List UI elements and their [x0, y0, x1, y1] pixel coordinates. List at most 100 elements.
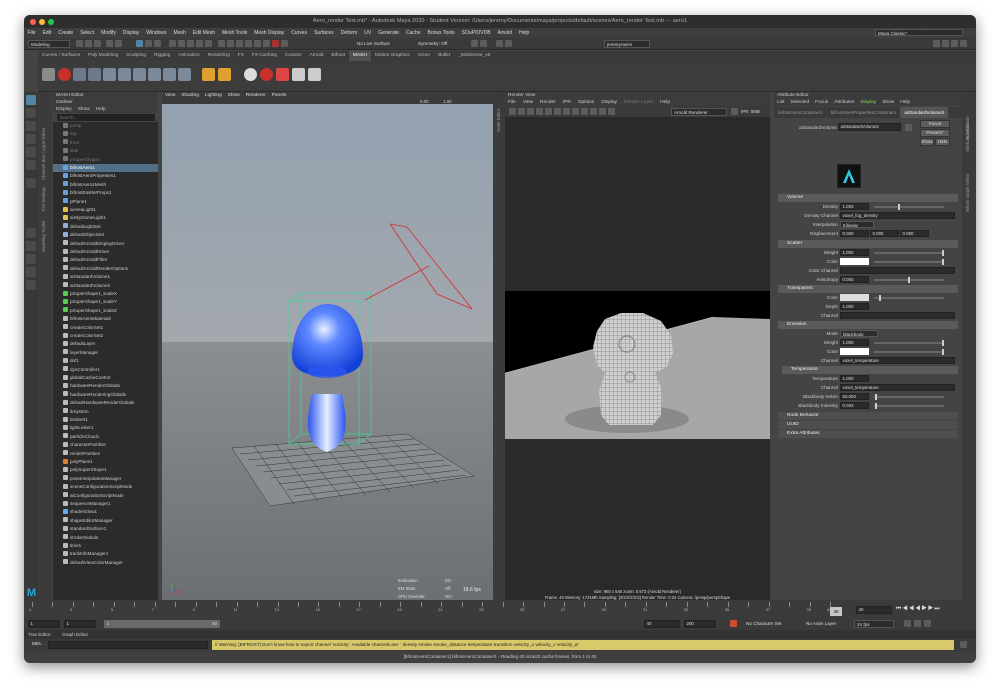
outliner-item-dof1[interactable]: dof1 [53, 357, 158, 365]
displacement-y-field[interactable]: 0.000 [870, 230, 899, 237]
menu-arnold[interactable]: Arnold [494, 28, 515, 38]
outliner-item-particlecloud1[interactable]: particleCloud1 [53, 433, 158, 441]
redo-icon[interactable] [115, 40, 122, 47]
mash-random-icon[interactable] [163, 68, 176, 81]
select-component-icon[interactable] [154, 40, 161, 47]
attribute-menu-focus[interactable]: Focus [815, 100, 828, 105]
mash-create-icon[interactable] [58, 68, 71, 81]
rgb-channel-icon[interactable] [581, 108, 588, 115]
viewport-menu-view[interactable]: View [162, 92, 178, 99]
outliner-item-time1[interactable]: time1 [53, 542, 158, 550]
density-field[interactable]: 1.053 [840, 203, 869, 210]
snap-surface-icon[interactable] [205, 40, 212, 47]
save-scene-icon[interactable] [94, 40, 101, 47]
temperature-channel-field[interactable]: voxel_temperature [840, 384, 955, 391]
anisotropy-knob[interactable] [908, 277, 910, 283]
current-frame-field[interactable]: 40 [856, 606, 892, 614]
outliner-item-aiarealight1[interactable]: aiAreaLight1 [53, 206, 158, 214]
scatter-weight-slider[interactable] [874, 250, 944, 256]
history-icon[interactable] [218, 40, 225, 47]
outliner-item-aistandardvolume1[interactable]: aiStandardVolume1 [53, 273, 158, 281]
outliner-item-defaultarnoldfilter[interactable]: defaultArnoldFilter [53, 256, 158, 264]
render-region-icon[interactable] [545, 108, 552, 115]
outliner-item-defaulthardwarerenderglobals[interactable]: defaultHardwareRenderGlobals [53, 399, 158, 407]
blackbody-intensity-field[interactable]: 0.003 [840, 402, 869, 409]
blackbody-intensity-slider[interactable] [874, 403, 944, 409]
arnold-ipr-icon[interactable] [281, 40, 288, 47]
scale-tool-icon[interactable] [26, 160, 36, 170]
presets-button[interactable]: Presets* [920, 129, 950, 137]
new-scene-icon[interactable] [76, 40, 83, 47]
persp-outliner-layout-icon[interactable] [26, 254, 36, 264]
outliner-item-persp[interactable]: persp [53, 122, 158, 130]
hypershade-tab[interactable]: Hypershade [965, 116, 970, 140]
mash-transform-icon[interactable] [133, 68, 146, 81]
graph-editor-tab[interactable]: Graph Editor [62, 630, 88, 639]
single-perspective-layout-icon[interactable] [26, 228, 36, 238]
outliner-item-strokeglobals[interactable]: strokeGlobals [53, 534, 158, 542]
panel-toggle-2-icon[interactable] [942, 40, 949, 47]
transparent-channel-field[interactable] [840, 312, 955, 319]
redo-render-icon[interactable] [518, 108, 525, 115]
hypershade-icon[interactable] [263, 40, 270, 47]
outliner-item-createcolorset2[interactable]: createColorSet2 [53, 332, 158, 340]
emission-mode-dropdown[interactable]: blackbody [840, 330, 878, 337]
mash-signal-icon[interactable] [103, 68, 116, 81]
render-frame-button-icon[interactable] [509, 108, 516, 115]
render-view-menu-ipr[interactable]: IPR [563, 100, 571, 105]
emission-color-swatch[interactable] [840, 348, 869, 355]
emission-channel-field[interactable]: voxel_temperature [840, 357, 955, 364]
outliner-item-shapeeditormanager[interactable]: shapeEditorManager [53, 517, 158, 525]
viewport-menu-panels[interactable]: Panels [269, 92, 290, 99]
mash-placer-icon[interactable] [292, 68, 305, 81]
attribute-tab-bifrostaeropropertiescontainer1[interactable]: bifrostAeroPropertiesContainer1 [827, 107, 901, 118]
attribute-tab-bifrostaerocontainer1[interactable]: bifrostAeroContainer1 [774, 107, 827, 118]
outliner-item-hardwarerenderglobals[interactable]: hardwareRenderGlobals [53, 382, 158, 390]
menu-select[interactable]: Select [77, 28, 98, 38]
mel-label[interactable]: MEL [32, 639, 42, 651]
menu-edit[interactable]: Edit [39, 28, 55, 38]
symmetry-button[interactable]: Symmetry: Off [416, 40, 460, 48]
move-tool-icon[interactable] [26, 134, 36, 144]
trax-editor-tab[interactable]: Trax Editor [28, 630, 50, 639]
scatter-weight-field[interactable]: 1.000 [840, 249, 869, 256]
ipr-render-icon[interactable] [245, 40, 252, 47]
shelf-options-icon[interactable] [42, 68, 55, 81]
playback-start-field[interactable]: 1 [64, 620, 96, 628]
transparent-color-swatch[interactable] [840, 294, 869, 301]
menu-modify[interactable]: Modify [98, 28, 120, 38]
render-view-menu-display[interactable]: Display [601, 100, 617, 105]
menu-generate[interactable]: Generate [375, 28, 403, 38]
density-slider-knob[interactable] [897, 204, 900, 210]
shelf-tab-multiverse-v6[interactable]: _Multiverse_v6 [454, 51, 494, 61]
mash-outliner-icon[interactable] [88, 68, 101, 81]
persp-graph-layout-icon[interactable] [26, 267, 36, 277]
tool-settings-tab[interactable]: Tool Settings [41, 187, 46, 212]
outliner-item-lightlinker1[interactable]: lightLinker1 [53, 424, 158, 432]
anim-layer-dropdown[interactable]: No Anim Layer [804, 620, 846, 628]
last-tool-icon[interactable] [26, 178, 36, 188]
lock-icon[interactable] [480, 40, 487, 47]
outliner-item-defaultlightset[interactable]: defaultLightSet [53, 223, 158, 231]
attribute-tab-aistandardvolume2[interactable]: aiStandardVolume2 [900, 107, 949, 118]
outliner-layout-icon[interactable] [26, 280, 36, 290]
character-set-dropdown[interactable]: No Character Set [744, 620, 794, 628]
menu-help[interactable]: Help [516, 28, 533, 38]
focus-button[interactable]: Focus [920, 120, 950, 128]
menu-uv[interactable]: UV [361, 28, 375, 38]
attribute-menu-list[interactable]: List [777, 100, 784, 105]
node-name-field[interactable]: aiStandardVolume2 [838, 123, 901, 131]
snap-point-icon[interactable] [187, 40, 194, 47]
modeling-toolkit-tab[interactable]: Modeling Toolkit [41, 221, 46, 252]
panel-toggle-3-icon[interactable] [951, 40, 958, 47]
workspace-dropdown[interactable]: Maya Classic* [875, 29, 963, 36]
shelf-tab-fx[interactable]: FX [234, 51, 248, 61]
panel-toggle-4-icon[interactable] [960, 40, 967, 47]
menu-mesh[interactable]: Mesh [170, 28, 189, 38]
render-view-menu-render-layer[interactable]: Render Layer [624, 100, 653, 105]
open-scene-icon[interactable] [85, 40, 92, 47]
menu-mesh-tools[interactable]: Mesh Tools [219, 28, 251, 38]
emission-weight-slider[interactable] [874, 340, 944, 346]
mash-type-icon[interactable] [218, 68, 231, 81]
animation-end-field[interactable]: 200 [684, 620, 716, 628]
